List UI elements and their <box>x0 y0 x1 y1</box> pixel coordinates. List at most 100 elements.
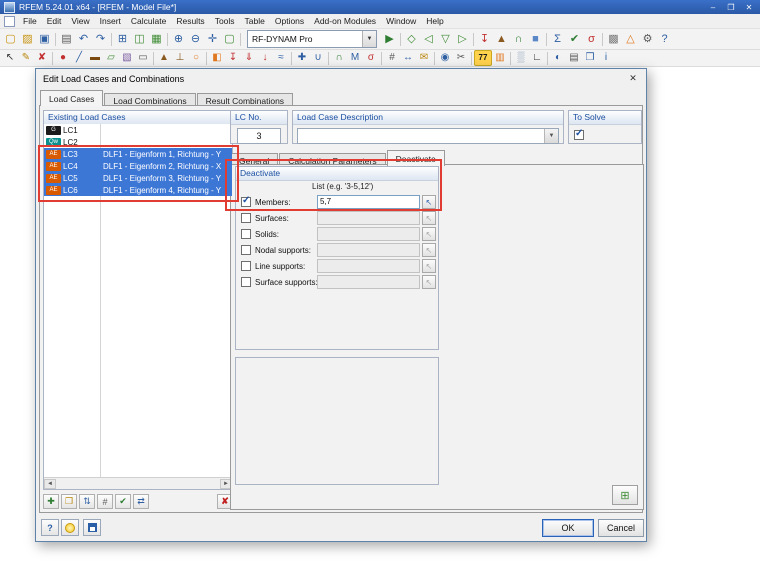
comments-icon[interactable]: ✉ <box>416 51 432 65</box>
close-button[interactable]: ✕ <box>742 3 756 12</box>
deformation-icon[interactable]: ∩ <box>331 51 347 65</box>
minimize-button[interactable]: – <box>706 3 720 12</box>
edit-icon[interactable]: ✎ <box>18 51 34 65</box>
open-model-icon[interactable]: ▨ <box>19 31 36 48</box>
nodal-support-icon[interactable]: ▲ <box>156 51 172 65</box>
axes-icon[interactable]: ∟ <box>529 51 545 65</box>
members-pick-button[interactable]: ↖ <box>421 195 436 209</box>
isometric-view-icon[interactable]: ◇ <box>403 31 420 48</box>
surface-supports-checkbox[interactable] <box>241 277 251 287</box>
load-case-row-lc6[interactable]: AE LC6 DLF1 - Eigenform 4, Richtung - Y <box>44 184 232 196</box>
list-horizontal-scrollbar[interactable]: ◄ ► <box>44 477 232 489</box>
to-solve-checkbox[interactable] <box>574 128 584 140</box>
surface-icon[interactable]: ▱ <box>103 51 119 65</box>
node-icon[interactable]: ● <box>55 51 71 65</box>
member-icon[interactable]: ▬ <box>87 51 103 65</box>
internal-forces-icon[interactable]: M <box>347 51 363 65</box>
view-z-icon[interactable]: ▷ <box>454 31 471 48</box>
load-case-description-combo[interactable]: ▼ <box>297 128 559 144</box>
menu-options[interactable]: Options <box>270 15 309 27</box>
hinge-icon[interactable]: ○ <box>188 51 204 65</box>
imperfection-icon[interactable]: ≈ <box>273 51 289 65</box>
nodal-supports-checkbox[interactable] <box>241 245 251 255</box>
stresses-icon[interactable]: σ <box>363 51 379 65</box>
snap-icon[interactable]: △ <box>622 31 639 48</box>
scroll-left-icon[interactable]: ◄ <box>44 478 56 489</box>
view-x-icon[interactable]: ◁ <box>420 31 437 48</box>
new-load-case-button[interactable]: ✚ <box>43 494 59 509</box>
background-icon[interactable]: ▒ <box>513 51 529 65</box>
new-window-icon[interactable]: ⊞ <box>114 31 131 48</box>
print-icon[interactable]: ▤ <box>58 31 75 48</box>
help-icon[interactable]: ? <box>656 31 673 48</box>
load-case-row-lc1[interactable]: G LC1 <box>44 124 232 136</box>
panel-77-icon[interactable]: 77 <box>474 50 492 66</box>
combination-icon[interactable]: ✚ <box>294 51 310 65</box>
show-loads-icon[interactable]: ↧ <box>476 31 493 48</box>
send-icon[interactable]: ❒ <box>582 51 598 65</box>
load-case-row-lc4[interactable]: AE LC4 DLF1 - Eigenform 2, Richtung - X <box>44 160 232 172</box>
line-icon[interactable]: ╱ <box>71 51 87 65</box>
load-case-icon[interactable]: ◧ <box>209 51 225 65</box>
zoom-in-icon[interactable]: ⊕ <box>170 31 187 48</box>
menu-view[interactable]: View <box>66 15 94 27</box>
select-icon[interactable]: ↖ <box>2 51 18 65</box>
surface-supports-pick-button[interactable]: ↖ <box>421 275 436 289</box>
tables-icon[interactable]: ▦ <box>148 31 165 48</box>
load-case-list[interactable]: G LC1 Qw LC2 AE LC3 DLF1 - Eigenform 1, Richtu… <box>44 124 232 478</box>
load-case-row-lc3[interactable]: AE LC3 DLF1 - Eigenform 1, Richtung - Y <box>44 148 232 160</box>
chevron-down-icon[interactable]: ▼ <box>362 31 376 47</box>
menu-table[interactable]: Table <box>240 15 270 27</box>
menu-file[interactable]: File <box>18 15 42 27</box>
clip-plane-icon[interactable]: ✂ <box>453 51 469 65</box>
details-table-button[interactable]: ⊞ <box>612 485 638 505</box>
save-settings-button[interactable] <box>83 519 101 536</box>
delete-icon[interactable]: ✘ <box>34 51 50 65</box>
help-button[interactable]: ? <box>41 519 59 536</box>
line-supports-pick-button[interactable]: ↖ <box>421 259 436 273</box>
info-icon[interactable]: i <box>598 51 614 65</box>
show-supports-icon[interactable]: ▲ <box>493 31 510 48</box>
tip-button[interactable] <box>61 519 79 536</box>
results-on-icon[interactable]: ✔ <box>566 31 583 48</box>
menu-tools[interactable]: Tools <box>210 15 240 27</box>
render-mode-icon[interactable]: ■ <box>527 31 544 48</box>
module-combo[interactable]: RF-DYNAM Pro ▼ <box>247 30 377 48</box>
opening-icon[interactable]: ▭ <box>135 51 151 65</box>
members-checkbox[interactable] <box>241 195 251 207</box>
cancel-button[interactable]: Cancel <box>598 519 644 537</box>
menu-help[interactable]: Help <box>421 15 448 27</box>
menu-calculate[interactable]: Calculate <box>126 15 171 27</box>
calculate-icon[interactable]: Σ <box>549 31 566 48</box>
subtab-deactivate[interactable]: Deactivate <box>386 150 445 166</box>
save-icon[interactable]: ▣ <box>36 31 53 48</box>
solids-pick-button[interactable]: ↖ <box>421 227 436 241</box>
menu-add-on-modules[interactable]: Add-on Modules <box>309 15 381 27</box>
show-results-icon[interactable]: ∩ <box>510 31 527 48</box>
solid-icon[interactable]: ▧ <box>119 51 135 65</box>
tab-load-cases[interactable]: Load Cases <box>40 90 104 106</box>
menu-insert[interactable]: Insert <box>95 15 126 27</box>
load-case-row-lc5[interactable]: AE LC5 DLF1 - Eigenform 3, Richtung - Y <box>44 172 232 184</box>
numbering-icon[interactable]: # <box>384 51 400 65</box>
solids-checkbox[interactable] <box>241 229 251 239</box>
sort-load-cases-button[interactable]: ⇄ <box>133 494 149 509</box>
maximize-button[interactable]: ❐ <box>724 3 738 12</box>
color-scale-icon[interactable]: ▥ <box>492 51 508 65</box>
settings-icon[interactable]: ⚙ <box>639 31 656 48</box>
member-load-icon[interactable]: ↧ <box>225 51 241 65</box>
line-supports-checkbox[interactable] <box>241 261 251 271</box>
surfaces-checkbox[interactable] <box>241 213 251 223</box>
chevron-down-icon[interactable]: ▼ <box>544 129 558 143</box>
run-module-icon[interactable]: ▶ <box>381 31 398 48</box>
nodal-supports-pick-button[interactable]: ↖ <box>421 243 436 257</box>
print-graphic-icon[interactable]: ▤ <box>566 51 582 65</box>
renumber-button[interactable]: # <box>97 494 113 509</box>
new-model-icon[interactable]: ▢ <box>2 31 19 48</box>
menu-window[interactable]: Window <box>381 15 421 27</box>
navigator-icon[interactable]: ◫ <box>131 31 148 48</box>
line-load-icon[interactable]: ↓ <box>257 51 273 65</box>
undo-icon[interactable]: ↶ <box>75 31 92 48</box>
redo-icon[interactable]: ↷ <box>92 31 109 48</box>
surface-load-icon[interactable]: ⇓ <box>241 51 257 65</box>
